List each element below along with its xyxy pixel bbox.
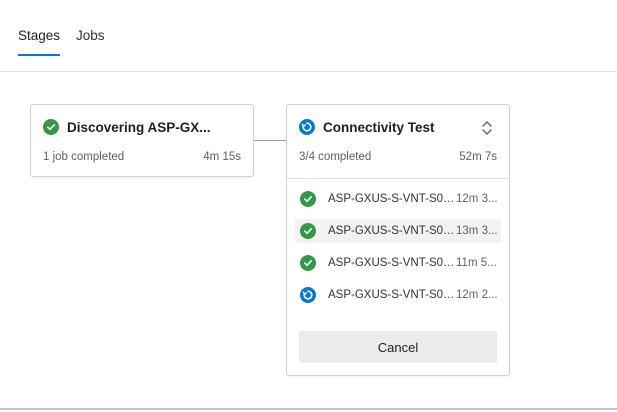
stage-summary: 1 job completed xyxy=(43,151,125,163)
job-name: ASP-GXUS-S-VNT-S00... xyxy=(328,257,456,269)
success-check-icon xyxy=(43,119,59,135)
collapse-chevron-icon[interactable] xyxy=(479,119,495,137)
stage-divider xyxy=(287,178,509,179)
stage-duration: 4m 15s xyxy=(203,151,241,163)
stage-title: Discovering ASP-GX... xyxy=(67,119,211,135)
job-time: 12m 3... xyxy=(456,193,498,205)
job-row[interactable]: ASP-GXUS-S-VNT-S00... 12m 2... xyxy=(295,283,501,307)
job-name: ASP-GXUS-S-VNT-S00... xyxy=(328,289,456,301)
stage-header: Connectivity Test xyxy=(299,119,435,135)
job-row[interactable]: ASP-GXUS-S-VNT-S00... 11m 5... xyxy=(295,251,501,275)
stage-meta: 1 job completed 4m 15s xyxy=(43,151,241,163)
stage-card-discovering[interactable]: Discovering ASP-GX... 1 job completed 4m… xyxy=(30,104,254,177)
job-name: ASP-GXUS-S-VNT-S00... xyxy=(328,225,456,237)
running-icon xyxy=(299,119,315,135)
pipeline-stages-view: Stages Jobs Discovering ASP-GX... 1 job … xyxy=(0,0,617,412)
stage-duration: 52m 7s xyxy=(459,151,497,163)
job-name: ASP-GXUS-S-VNT-S00... xyxy=(328,193,456,205)
job-list: ASP-GXUS-S-VNT-S00... 12m 3... ASP-GXUS-… xyxy=(295,187,501,315)
success-check-icon xyxy=(300,255,316,271)
cancel-button[interactable]: Cancel xyxy=(299,331,497,363)
stage-connector xyxy=(254,140,286,141)
running-icon xyxy=(300,287,316,303)
stage-summary: 3/4 completed xyxy=(299,151,372,163)
bottom-divider xyxy=(0,408,617,410)
tabs-divider xyxy=(0,71,617,72)
tab-jobs[interactable]: Jobs xyxy=(76,28,105,56)
stage-meta: 3/4 completed 52m 7s xyxy=(299,151,497,163)
view-tabs: Stages Jobs xyxy=(18,28,105,56)
success-check-icon xyxy=(300,191,316,207)
job-time: 11m 5... xyxy=(456,257,497,269)
stage-card-connectivity-test[interactable]: Connectivity Test 3/4 completed 52m 7s A… xyxy=(286,104,510,376)
job-row[interactable]: ASP-GXUS-S-VNT-S00... 12m 3... xyxy=(295,187,501,211)
job-time: 12m 2... xyxy=(456,289,498,301)
success-check-icon xyxy=(300,223,316,239)
stage-title: Connectivity Test xyxy=(323,119,435,135)
tab-stages[interactable]: Stages xyxy=(18,28,61,56)
stage-header: Discovering ASP-GX... xyxy=(43,119,211,135)
job-row[interactable]: ASP-GXUS-S-VNT-S00... 13m 3... xyxy=(295,219,501,243)
job-time: 13m 3... xyxy=(456,225,498,237)
